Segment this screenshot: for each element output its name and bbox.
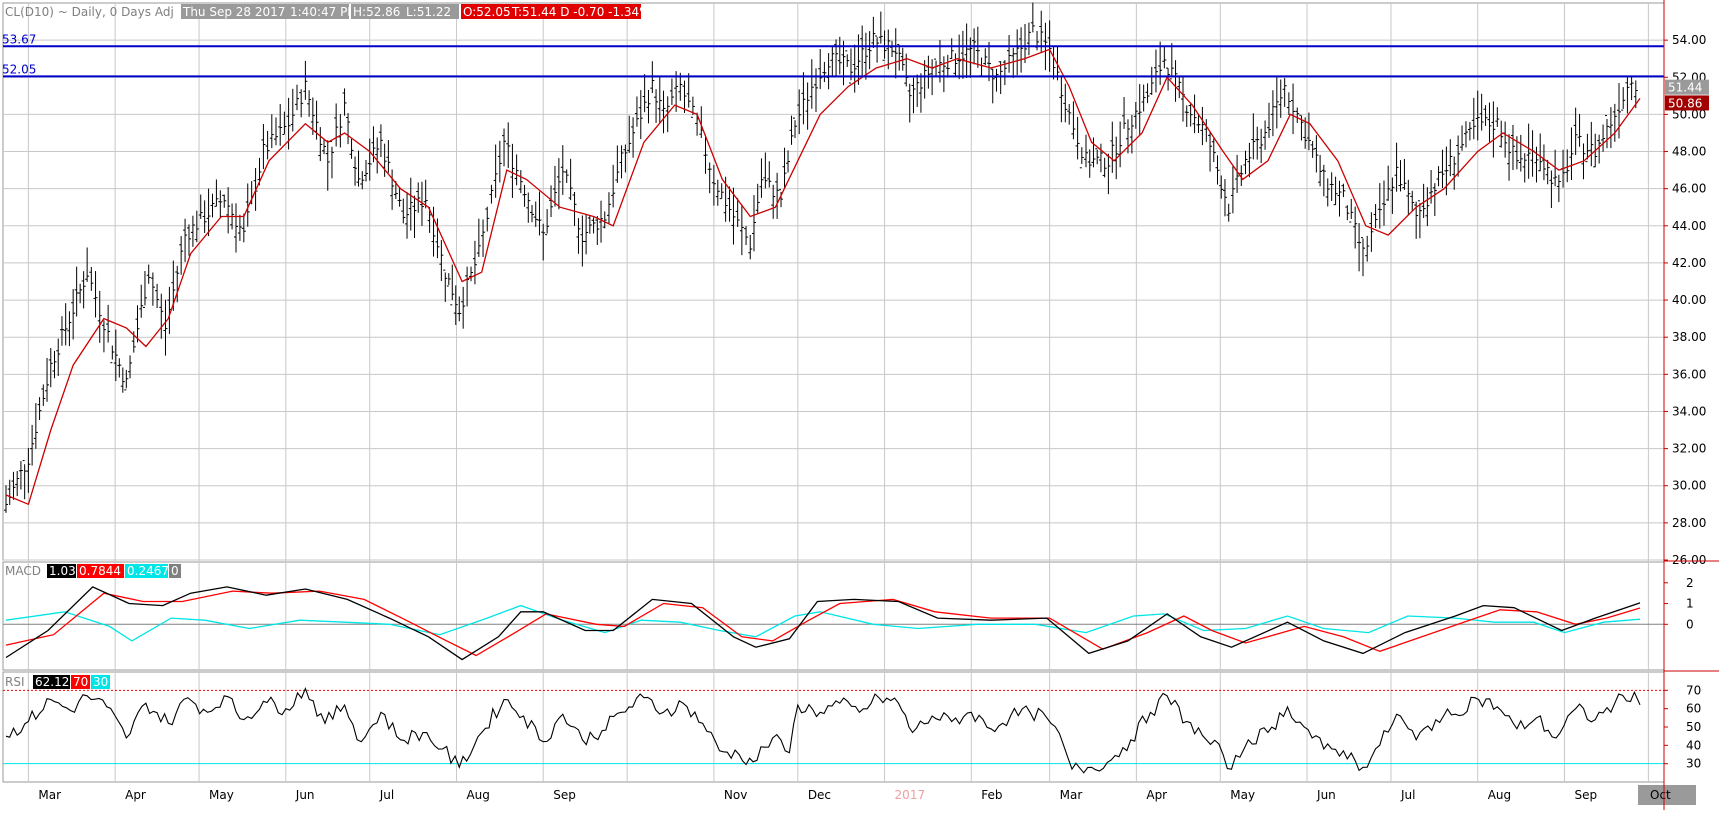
header-high: H:52.86 xyxy=(353,5,400,19)
symbol-label: CL(D10) ~ Daily, 0 Days Adj xyxy=(5,5,174,19)
macd-value: 1.03 xyxy=(49,564,76,578)
rsi-oversold-value: 30 xyxy=(93,675,108,689)
x-tick-label: Apr xyxy=(125,788,146,802)
ma-value-label: 50.86 xyxy=(1668,96,1702,110)
rsi-y-tick-label: 40 xyxy=(1686,738,1701,752)
y-tick-label: 44.00 xyxy=(1672,219,1706,233)
x-tick-label: Jun xyxy=(295,788,315,802)
horizontal-level-label: 52.05 xyxy=(2,62,36,76)
x-tick-label: May xyxy=(1230,788,1255,802)
rsi-value: 62.12 xyxy=(35,675,69,689)
x-tick-label: 2017 xyxy=(895,788,926,802)
x-tick-label: Oct xyxy=(1650,788,1671,802)
y-tick-label: 38.00 xyxy=(1672,330,1706,344)
rsi-overbought-value: 70 xyxy=(73,675,88,689)
rsi-label: RSI xyxy=(5,675,25,689)
macd-y-tick-label: 1 xyxy=(1686,597,1694,611)
y-tick-label: 48.00 xyxy=(1672,145,1706,159)
y-tick-label: 26.00 xyxy=(1672,553,1706,567)
x-tick-label: May xyxy=(209,788,234,802)
x-tick-label: Jul xyxy=(1400,788,1415,802)
x-tick-label: Aug xyxy=(1488,788,1511,802)
chart-window: 53.67 52.05 Mar Apr May Jun Jul Aug Sep Oct Nov De… xyxy=(0,0,1719,810)
y-tick-label: 36.00 xyxy=(1672,367,1706,381)
x-tick-label: Mar xyxy=(1060,788,1083,802)
x-tick-label: Sep xyxy=(1574,788,1597,802)
header-time: 1:40:47 PM xyxy=(290,5,358,19)
x-tick-label: Jun xyxy=(1316,788,1336,802)
last-price-label: 51.44 xyxy=(1668,81,1702,95)
x-tick-label: Mar xyxy=(38,788,61,802)
macd-y-tick-label: 0 xyxy=(1686,617,1694,631)
header-open: O:52.05 xyxy=(463,5,511,19)
x-tick-label: Feb xyxy=(981,788,1002,802)
y-tick-label: 28.00 xyxy=(1672,516,1706,530)
macd-zero-value: 0 xyxy=(171,564,179,578)
rsi-y-tick-label: 30 xyxy=(1686,757,1701,771)
x-tick-label: Nov xyxy=(724,788,747,802)
header-low: L:51.22 xyxy=(406,5,451,19)
macd-label: MACD xyxy=(5,564,41,578)
horizontal-level-label: 53.67 xyxy=(2,32,36,46)
y-tick-label: 40.00 xyxy=(1672,293,1706,307)
macd-y-tick-label: 2 xyxy=(1686,576,1694,590)
rsi-y-tick-label: 70 xyxy=(1686,683,1701,697)
y-tick-label: 42.00 xyxy=(1672,256,1706,270)
y-tick-label: 46.00 xyxy=(1672,182,1706,196)
rsi-y-tick-label: 50 xyxy=(1686,720,1701,734)
x-tick-label: Jul xyxy=(379,788,394,802)
x-tick-label: Dec xyxy=(808,788,831,802)
x-tick-label: Sep xyxy=(553,788,576,802)
y-tick-label: 32.00 xyxy=(1672,442,1706,456)
y-tick-label: 30.00 xyxy=(1672,479,1706,493)
x-tick-label: Aug xyxy=(466,788,489,802)
header-datetime: Thu Sep 28 2017 xyxy=(182,5,285,19)
y-tick-label: 54.00 xyxy=(1672,33,1706,47)
macd-signal-value: 0.7844 xyxy=(79,564,121,578)
rsi-y-tick-label: 60 xyxy=(1686,702,1701,716)
y-tick-label: 34.00 xyxy=(1672,404,1706,418)
x-tick-label: Apr xyxy=(1146,788,1167,802)
macd-hist-value: 0.2467 xyxy=(127,564,169,578)
chart-canvas: 53.67 52.05 Mar Apr May Jun Jul Aug Sep Oct Nov De… xyxy=(0,0,1719,810)
header-last: T:51.44 D -0.70 -1.34% xyxy=(511,5,651,19)
